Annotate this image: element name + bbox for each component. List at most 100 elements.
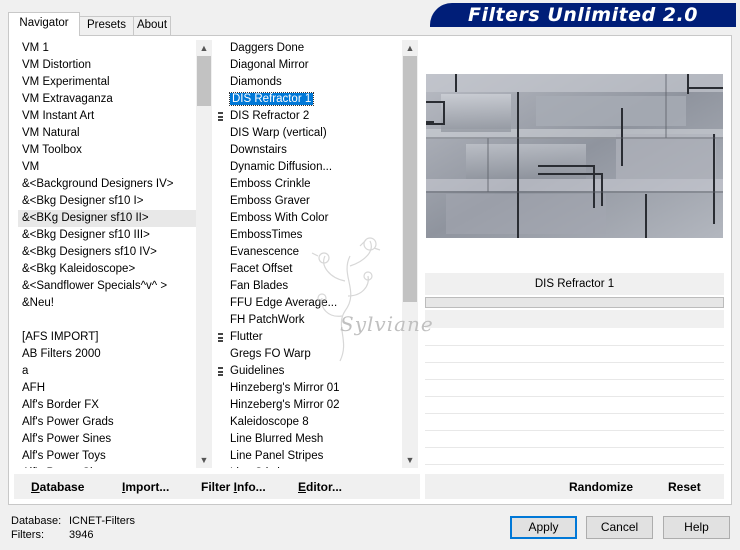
filter-item[interactable]: Hinzeberg's Mirror 01 (226, 380, 402, 397)
category-item[interactable]: &Neu! (18, 295, 196, 312)
category-item-label: AB Filters 2000 (22, 348, 101, 360)
favorite-mark-icon (218, 333, 223, 342)
category-item-label: Alf's Power Toys (22, 450, 106, 462)
category-item[interactable]: [AFS IMPORT] (18, 329, 196, 346)
filter-item-label: Hinzeberg's Mirror 01 (230, 382, 340, 394)
scroll-thumb[interactable] (197, 56, 211, 106)
param-slider-slot (425, 430, 724, 431)
apply-button[interactable]: Apply (510, 516, 577, 539)
filter-item-label: Kaleidoscope 8 (230, 416, 309, 428)
filter-info-button[interactable]: Filter Info... (201, 480, 266, 494)
filter-item[interactable]: DIS Warp (vertical) (226, 125, 402, 142)
progress-bar (425, 297, 724, 308)
scroll-down-icon[interactable]: ▼ (196, 452, 212, 468)
tab-about[interactable]: About (133, 16, 171, 35)
category-item[interactable]: VM Distortion (18, 57, 196, 74)
param-slider-slot (425, 464, 724, 465)
filter-item-label: Emboss With Color (230, 212, 329, 224)
tab-presets[interactable]: Presets (79, 16, 134, 35)
filter-item-label: Diagonal Mirror (230, 59, 309, 71)
category-item[interactable]: Alf's Border FX (18, 397, 196, 414)
category-item-label: &<Bkg Kaleidoscope> (22, 263, 136, 275)
category-item[interactable]: VM Natural (18, 125, 196, 142)
category-item-label: &<BKg Designer sf10 II> (22, 212, 149, 224)
category-item[interactable]: a (18, 363, 196, 380)
filter-item[interactable]: Kaleidoscope 8 (226, 414, 402, 431)
category-item[interactable] (18, 312, 196, 329)
category-item-label: &<Bkg Designer sf10 I> (22, 195, 144, 207)
cancel-button[interactable]: Cancel (586, 516, 653, 539)
category-item[interactable]: VM 1 (18, 40, 196, 57)
category-item-label: Alf's Power Sines (22, 433, 112, 445)
database-button[interactable]: Database (31, 480, 84, 494)
filter-item[interactable]: DIS Refractor 2 (218, 108, 402, 125)
status-database-label: Database: (11, 515, 62, 527)
randomize-button[interactable]: Randomize (569, 480, 633, 494)
filter-item-label: Flutter (230, 331, 263, 343)
category-item[interactable]: &<Bkg Kaleidoscope> (18, 261, 196, 278)
favorite-mark-icon (218, 112, 223, 121)
tab-navigator[interactable]: Navigator (8, 12, 80, 36)
category-item[interactable]: VM (18, 159, 196, 176)
category-item[interactable]: Alf's Power Sines (18, 465, 196, 468)
filter-item-label: Facet Offset (230, 263, 293, 275)
filter-item-label: Daggers Done (230, 42, 305, 54)
scroll-up-icon[interactable]: ▲ (196, 40, 212, 56)
category-item[interactable]: VM Extravaganza (18, 91, 196, 108)
category-item[interactable]: &<Bkg Designer sf10 III> (18, 227, 196, 244)
help-button[interactable]: Help (663, 516, 730, 539)
scroll-down-icon[interactable]: ▼ (402, 452, 418, 468)
filter-item[interactable]: Daggers Done (226, 40, 402, 57)
editor-button[interactable]: Editor... (298, 480, 342, 494)
category-item-label: VM Toolbox (22, 144, 82, 156)
filter-item[interactable]: Line Panel Stripes (226, 448, 402, 465)
filter-item[interactable]: Downstairs (226, 142, 402, 159)
category-item-label: &<Sandflower Specials^v^ > (22, 280, 168, 292)
selected-filter-name: DIS Refractor 1 (425, 273, 724, 295)
category-item-label: AFH (22, 382, 45, 394)
category-item-label: VM 1 (22, 42, 49, 54)
category-item[interactable]: &<Bkg Designer sf10 I> (18, 193, 196, 210)
reset-button[interactable]: Reset (668, 480, 701, 494)
filter-item[interactable]: Diamonds (226, 74, 402, 91)
filter-item-label: Fan Blades (230, 280, 289, 292)
status-filters: Filters: 3946 (11, 529, 93, 541)
filter-item[interactable]: Emboss Crinkle (226, 176, 402, 193)
filter-item[interactable]: Diagonal Mirror (226, 57, 402, 74)
category-item[interactable]: VM Toolbox (18, 142, 196, 159)
category-item[interactable]: &<Sandflower Specials^v^ > (18, 278, 196, 295)
category-item[interactable]: Alf's Power Toys (18, 448, 196, 465)
import-button[interactable]: Import... (122, 480, 169, 494)
category-item[interactable]: &<BKg Designer sf10 II> (18, 210, 196, 227)
param-slider-slot (425, 447, 724, 448)
scroll-up-icon[interactable]: ▲ (402, 40, 418, 56)
filter-item-label: Emboss Graver (230, 195, 310, 207)
status-database-value: ICNET-Filters (69, 515, 135, 527)
filter-item-label: Guidelines (230, 365, 285, 377)
filter-item-label: Line Panel Stripes (230, 450, 324, 462)
category-item-label: &Neu! (22, 297, 54, 309)
app-title-banner: Filters Unlimited 2.0 (430, 3, 736, 27)
category-item-label: Alf's Power Sines (22, 467, 111, 468)
category-item[interactable]: Alf's Power Sines (18, 431, 196, 448)
category-list[interactable]: VM 1 VM Distortion VM Experimental VM Extra… (18, 40, 196, 468)
category-item[interactable]: VM Instant Art (18, 108, 196, 125)
category-item-label: [AFS IMPORT] (22, 331, 99, 343)
filter-item-label: Emboss Crinkle (230, 178, 311, 190)
category-scrollbar[interactable]: ▲ ▼ (196, 40, 212, 468)
filter-item[interactable]: Emboss Graver (226, 193, 402, 210)
category-item[interactable]: Alf's Power Grads (18, 414, 196, 431)
filter-item[interactable]: Dynamic Diffusion... (226, 159, 402, 176)
favorite-mark-icon (218, 367, 223, 376)
category-item[interactable]: &<Bkg Designers sf10 IV> (18, 244, 196, 261)
category-item[interactable]: AB Filters 2000 (18, 346, 196, 363)
filter-item[interactable]: Emboss With Color (226, 210, 402, 227)
category-item[interactable]: VM Experimental (18, 74, 196, 91)
filter-item[interactable]: DIS Refractor 1 (226, 91, 402, 108)
filter-item[interactable]: Line Blurred Mesh (226, 431, 402, 448)
category-item-label: &<Bkg Designer sf10 III> (22, 229, 150, 241)
category-item-label: VM Extravaganza (22, 93, 113, 105)
filter-item[interactable]: Hinzeberg's Mirror 02 (226, 397, 402, 414)
category-item[interactable]: AFH (18, 380, 196, 397)
category-item[interactable]: &<Background Designers IV> (18, 176, 196, 193)
